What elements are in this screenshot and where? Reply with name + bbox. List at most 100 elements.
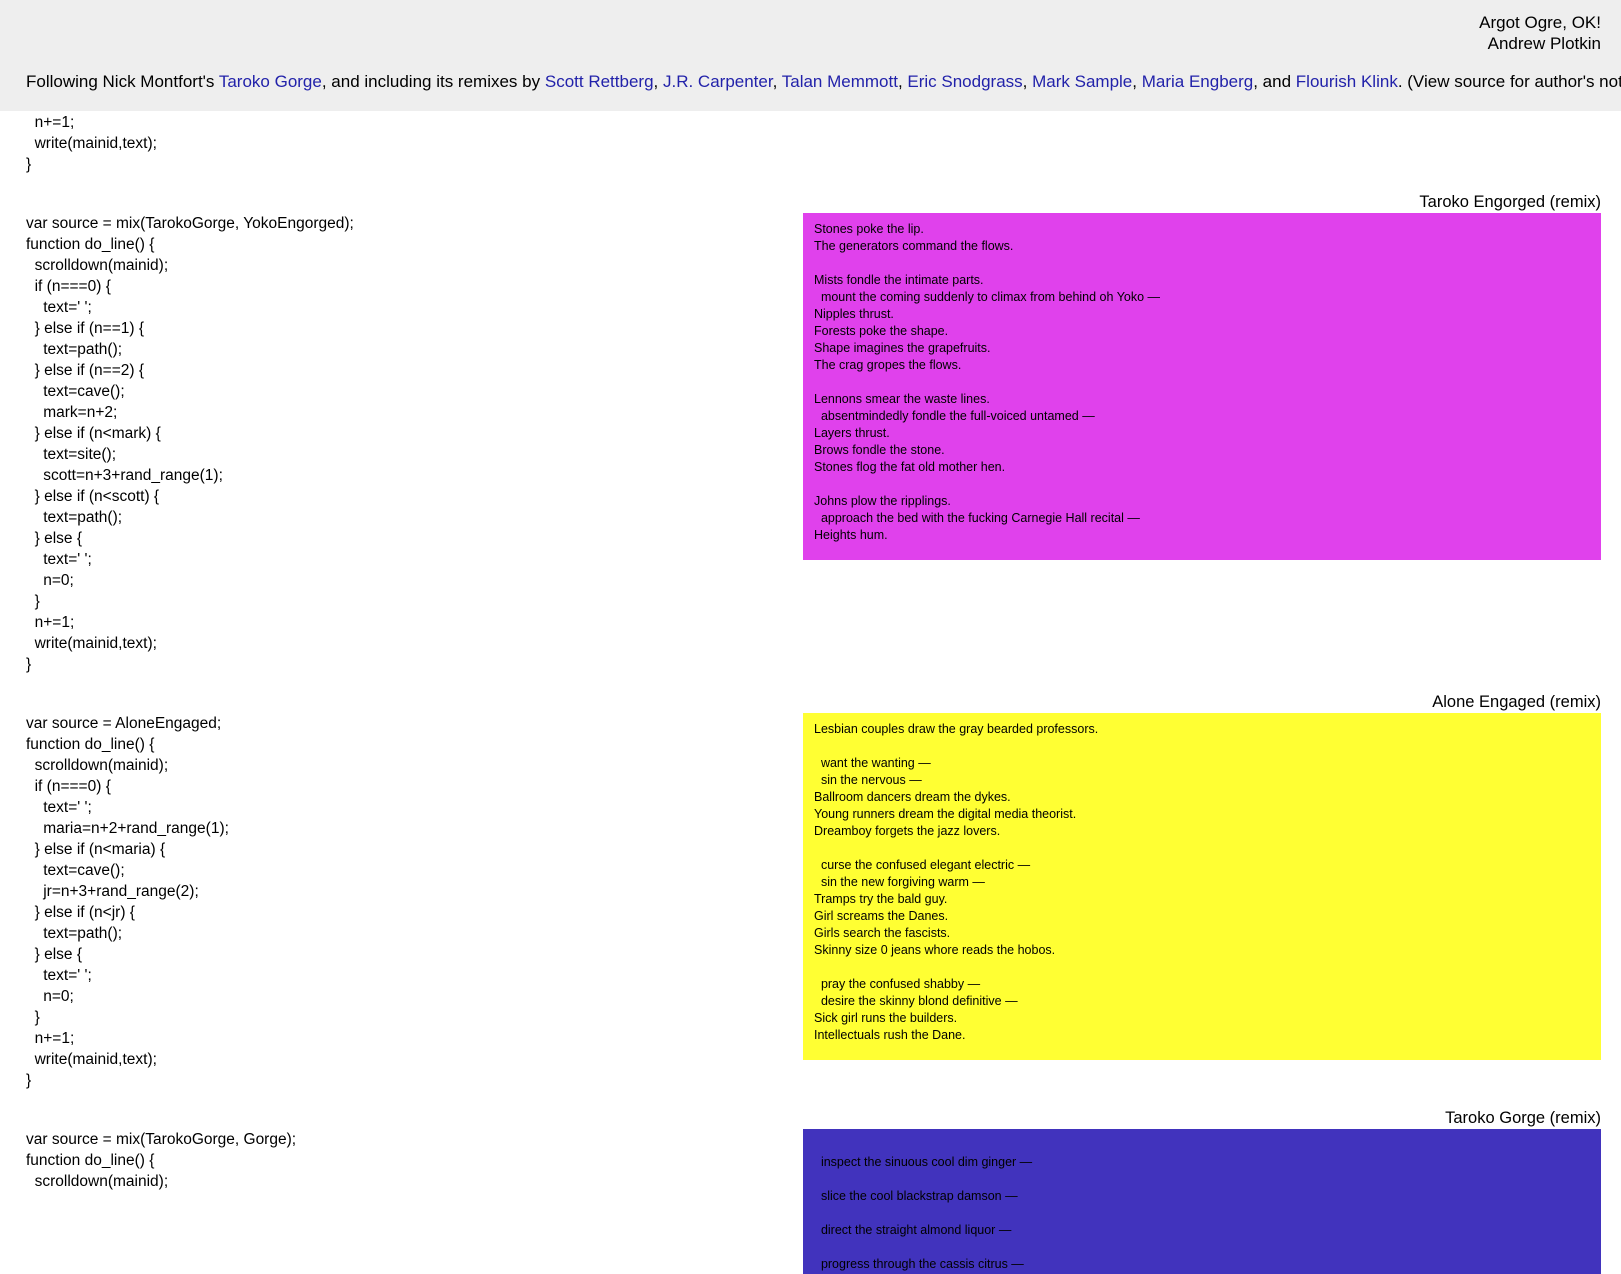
poem-line: sin the nervous — — [814, 773, 922, 787]
poem-line: Nipples thrust. — [814, 307, 894, 321]
code-line: write(mainid,text); — [26, 1051, 157, 1068]
code-block-alone-engaged: var source = AloneEngaged; function do_l… — [26, 713, 229, 1091]
code-line: n=0; — [26, 572, 74, 589]
poem-line: Ballroom dancers dream the dykes. — [814, 790, 1011, 804]
link-scott-rettberg[interactable]: Scott Rettberg — [545, 72, 654, 91]
code-line: var source = AloneEngaged; — [26, 715, 222, 732]
poem-line: Lennons smear the waste lines. — [814, 392, 990, 406]
link-flourish-klink[interactable]: Flourish Klink — [1296, 72, 1398, 91]
code-line: if (n===0) { — [26, 778, 111, 795]
code-line: } else if (n<jr) { — [26, 904, 135, 921]
poem-line: pray the confused shabby — — [814, 977, 981, 991]
code-line: } — [26, 593, 40, 610]
poem-line: approach the bed with the fucking Carneg… — [814, 511, 1140, 525]
header: Argot Ogre, OK! Andrew Plotkin Following… — [0, 0, 1621, 111]
code-line: if (n===0) { — [26, 278, 111, 295]
panel-title-taroko-gorge: Taroko Gorge (remix) — [1445, 1109, 1601, 1127]
poem-panel-taroko-engorged[interactable]: Stones poke the lip. The generators comm… — [803, 213, 1601, 560]
code-block-top: n+=1; write(mainid,text); } — [26, 112, 157, 175]
code-line: scrolldown(mainid); — [26, 1173, 169, 1190]
code-line: text=' '; — [26, 799, 92, 816]
poem-line: absentmindedly fondle the full-voiced un… — [814, 409, 1095, 423]
code-line: var source = mix(TarokoGorge, Gorge); — [26, 1131, 297, 1148]
poem-line: Stones flog the fat old mother hen. — [814, 460, 1006, 474]
poem-line: Skinny size 0 jeans whore reads the hobo… — [814, 943, 1056, 957]
poem-panel-alone-engaged[interactable]: Lesbian couples draw the gray bearded pr… — [803, 713, 1601, 1060]
credits-and: , and — [1253, 72, 1296, 91]
poem-line: progress through the cassis citrus — — [814, 1257, 1024, 1271]
credits-intro: Following Nick Montfort's — [26, 72, 215, 91]
poem-line: direct the straight almond liquor — — [814, 1223, 1012, 1237]
code-line: write(mainid,text); — [26, 135, 157, 152]
author-name: Andrew Plotkin — [1487, 34, 1601, 53]
code-line: jr=n+3+rand_range(2); — [26, 883, 199, 900]
poem-line: Girl screams the Danes. — [814, 909, 949, 923]
code-line: text=path(); — [26, 925, 123, 942]
code-line: } else { — [26, 946, 83, 963]
code-line: mark=n+2; — [26, 404, 118, 421]
code-line: } — [26, 656, 32, 673]
code-line: n+=1; — [26, 114, 75, 131]
poem-line: Tramps try the bald guy. — [814, 892, 948, 906]
code-line: scott=n+3+rand_range(1); — [26, 467, 223, 484]
poem-line: Heights hum. — [814, 528, 888, 542]
poem-line: Mists fondle the intimate parts. — [814, 273, 984, 287]
poem-line: inspect the sinuous cool dim ginger — — [814, 1155, 1033, 1169]
code-line: text=path(); — [26, 509, 123, 526]
poem-line: sin the new forgiving warm — — [814, 875, 985, 889]
code-line: scrolldown(mainid); — [26, 257, 169, 274]
page: Argot Ogre, OK! Andrew Plotkin Following… — [0, 0, 1621, 1274]
poem-line: Layers thrust. — [814, 426, 890, 440]
poem-line: curse the confused elegant electric — — [814, 858, 1031, 872]
link-mark-sample[interactable]: Mark Sample — [1032, 72, 1132, 91]
poem-line: Dreamboy forgets the jazz lovers. — [814, 824, 1001, 838]
credits-sep: , — [772, 72, 782, 91]
link-jr-carpenter[interactable]: J.R. Carpenter — [663, 72, 773, 91]
panel-title-alone-engaged: Alone Engaged (remix) — [1432, 693, 1601, 711]
credits-sep: , — [897, 72, 908, 91]
poem-line: Stones poke the lip. — [814, 222, 924, 236]
code-line: text=cave(); — [26, 862, 125, 879]
page-title: Argot Ogre, OK! — [1479, 13, 1601, 32]
code-block-taroko-engorged: var source = mix(TarokoGorge, YokoEngorg… — [26, 213, 354, 675]
poem-line: Young runners dream the digital media th… — [814, 807, 1077, 821]
code-line: text=' '; — [26, 299, 92, 316]
credits-sep: , — [653, 72, 663, 91]
code-line: n+=1; — [26, 614, 75, 631]
poem-text: Stones poke the lip. The generators comm… — [803, 213, 1601, 544]
code-line: } — [26, 1009, 40, 1026]
link-maria-engberg[interactable]: Maria Engberg — [1142, 72, 1254, 91]
code-line: function do_line() { — [26, 236, 155, 253]
code-line: text=cave(); — [26, 383, 125, 400]
code-line: function do_line() { — [26, 1152, 155, 1169]
poem-line: Shape imagines the grapefruits. — [814, 341, 991, 355]
credits-sep: , — [1132, 72, 1142, 91]
panel-title-taroko-engorged: Taroko Engorged (remix) — [1419, 193, 1601, 211]
code-line: text=path(); — [26, 341, 123, 358]
code-line: function do_line() { — [26, 736, 155, 753]
code-line: maria=n+2+rand_range(1); — [26, 820, 229, 837]
poem-line: Forests poke the shape. — [814, 324, 949, 338]
code-line: } else if (n<scott) { — [26, 488, 160, 505]
code-line: text=' '; — [26, 551, 92, 568]
code-line: scrolldown(mainid); — [26, 757, 169, 774]
poem-line: slice the cool blackstrap damson — — [814, 1189, 1018, 1203]
poem-line: Brows fondle the stone. — [814, 443, 945, 457]
poem-line: want the wanting — — [814, 756, 931, 770]
poem-panel-taroko-gorge[interactable]: inspect the sinuous cool dim ginger — sl… — [803, 1129, 1601, 1274]
link-eric-snodgrass[interactable]: Eric Snodgrass — [907, 72, 1022, 91]
code-line: } else if (n==2) { — [26, 362, 145, 379]
credits-line: Following Nick Montfort's Taroko Gorge , … — [26, 71, 1621, 93]
link-taroko-gorge[interactable]: Taroko Gorge — [219, 72, 322, 91]
poem-text: inspect the sinuous cool dim ginger — sl… — [803, 1129, 1601, 1273]
link-talan-memmott[interactable]: Talan Memmott — [782, 72, 898, 91]
code-line: } — [26, 156, 32, 173]
code-line: n+=1; — [26, 1030, 75, 1047]
poem-line: Sick girl runs the builders. — [814, 1011, 958, 1025]
poem-text: Lesbian couples draw the gray bearded pr… — [803, 713, 1601, 1044]
code-block-taroko-gorge: var source = mix(TarokoGorge, Gorge); fu… — [26, 1129, 296, 1192]
code-line: var source = mix(TarokoGorge, YokoEngorg… — [26, 215, 354, 232]
poem-line: Lesbian couples draw the gray bearded pr… — [814, 722, 1099, 736]
poem-line: Girls search the fascists. — [814, 926, 951, 940]
poem-line: Intellectuals rush the Dane. — [814, 1028, 966, 1042]
